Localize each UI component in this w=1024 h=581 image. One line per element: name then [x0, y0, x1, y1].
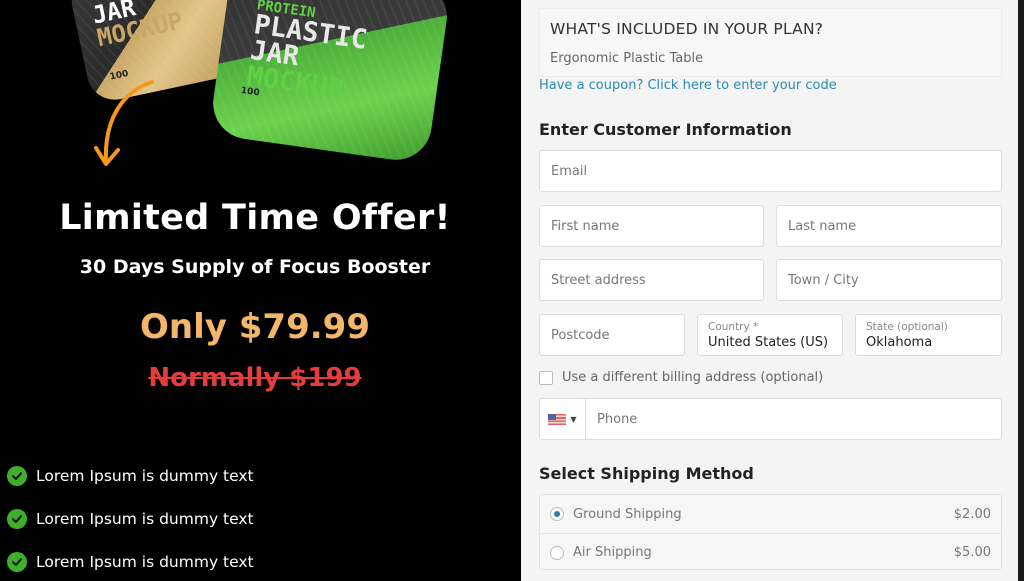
- shipping-option-price: $2.00: [953, 506, 991, 522]
- different-billing-option[interactable]: Use a different billing address (optiona…: [539, 370, 823, 385]
- phone-field[interactable]: ▼: [539, 398, 1002, 440]
- feature-item: Lorem Ipsum is dummy text: [7, 454, 254, 497]
- shipping-option-label: Ground Shipping: [573, 506, 682, 522]
- phone-input[interactable]: [540, 399, 1001, 439]
- offer-title: Limited Time Offer!: [59, 198, 451, 238]
- shipping-option-price: $5.00: [953, 545, 991, 560]
- billing-checkbox-label: Use a different billing address (optiona…: [562, 370, 824, 385]
- feature-text: Lorem Ipsum is dummy text: [36, 509, 254, 528]
- first-name-input[interactable]: [540, 206, 763, 246]
- offer-subtitle: 30 Days Supply of Focus Booster: [79, 256, 431, 278]
- feature-list: Lorem Ipsum is dummy text Lorem Ipsum is…: [7, 454, 254, 581]
- email-field[interactable]: [539, 150, 1002, 192]
- feature-item: Lorem Ipsum is dummy text: [7, 540, 254, 581]
- us-flag-icon: [548, 413, 567, 425]
- state-select[interactable]: State (optional) Oklahoma: [855, 314, 1002, 356]
- checkout-panel: WHAT'S INCLUDED IN YOUR PLAN? Ergonomic …: [521, 0, 1018, 581]
- feature-text: Lorem Ipsum is dummy text: [36, 552, 254, 571]
- curved-arrow-icon: [94, 80, 154, 166]
- country-label: Country *: [708, 321, 759, 333]
- shipping-option-air[interactable]: Air Shipping $5.00: [540, 533, 1001, 571]
- last-name-field[interactable]: [776, 205, 1002, 247]
- offer-price: Only $79.99: [140, 307, 370, 347]
- caret-down-icon: ▼: [570, 414, 577, 424]
- plan-summary: WHAT'S INCLUDED IN YOUR PLAN? Ergonomic …: [539, 8, 1002, 77]
- email-input[interactable]: [540, 151, 1001, 191]
- shipping-method-heading: Select Shipping Method: [539, 464, 754, 483]
- billing-checkbox[interactable]: [539, 370, 553, 385]
- city-field[interactable]: [776, 259, 1002, 301]
- shipping-option-ground[interactable]: Ground Shipping $2.00: [540, 495, 1001, 533]
- feature-item: Lorem Ipsum is dummy text: [7, 497, 254, 540]
- customer-info-heading: Enter Customer Information: [539, 120, 792, 139]
- country-value: United States (US): [708, 335, 829, 350]
- coupon-link[interactable]: Have a coupon? Click here to enter your …: [539, 78, 837, 93]
- street-address-input[interactable]: [540, 260, 763, 300]
- plan-item: Ergonomic Plastic Table: [550, 51, 704, 66]
- shipping-options: Ground Shipping $2.00 Air Shipping $5.00: [539, 494, 1002, 570]
- state-label: State (optional): [866, 321, 948, 333]
- radio-selected[interactable]: [550, 507, 564, 521]
- postcode-input[interactable]: [540, 315, 684, 355]
- check-circle-icon: [7, 508, 27, 529]
- plan-title: WHAT'S INCLUDED IN YOUR PLAN?: [550, 20, 824, 38]
- promo-panel: JAR MOCKUP 100 PROTEIN PLASTIC JAR MOCKU…: [0, 0, 521, 581]
- country-select[interactable]: Country * United States (US): [697, 314, 843, 356]
- city-input[interactable]: [777, 260, 1001, 300]
- check-circle-icon: [7, 465, 27, 486]
- shipping-option-label: Air Shipping: [573, 545, 652, 560]
- street-address-field[interactable]: [539, 259, 764, 301]
- feature-text: Lorem Ipsum is dummy text: [36, 466, 254, 485]
- last-name-input[interactable]: [777, 206, 1001, 246]
- phone-country-selector[interactable]: ▼: [540, 399, 586, 439]
- state-value: Oklahoma: [866, 335, 933, 350]
- page-edge: [1018, 0, 1024, 581]
- check-circle-icon: [7, 551, 27, 572]
- product-image-green-jar: PROTEIN PLASTIC JAR MOCKUP 100: [208, 0, 452, 165]
- postcode-field[interactable]: [539, 314, 685, 356]
- radio-unselected[interactable]: [550, 545, 564, 560]
- first-name-field[interactable]: [539, 205, 764, 247]
- offer-old-price: Normally $199: [148, 363, 362, 393]
